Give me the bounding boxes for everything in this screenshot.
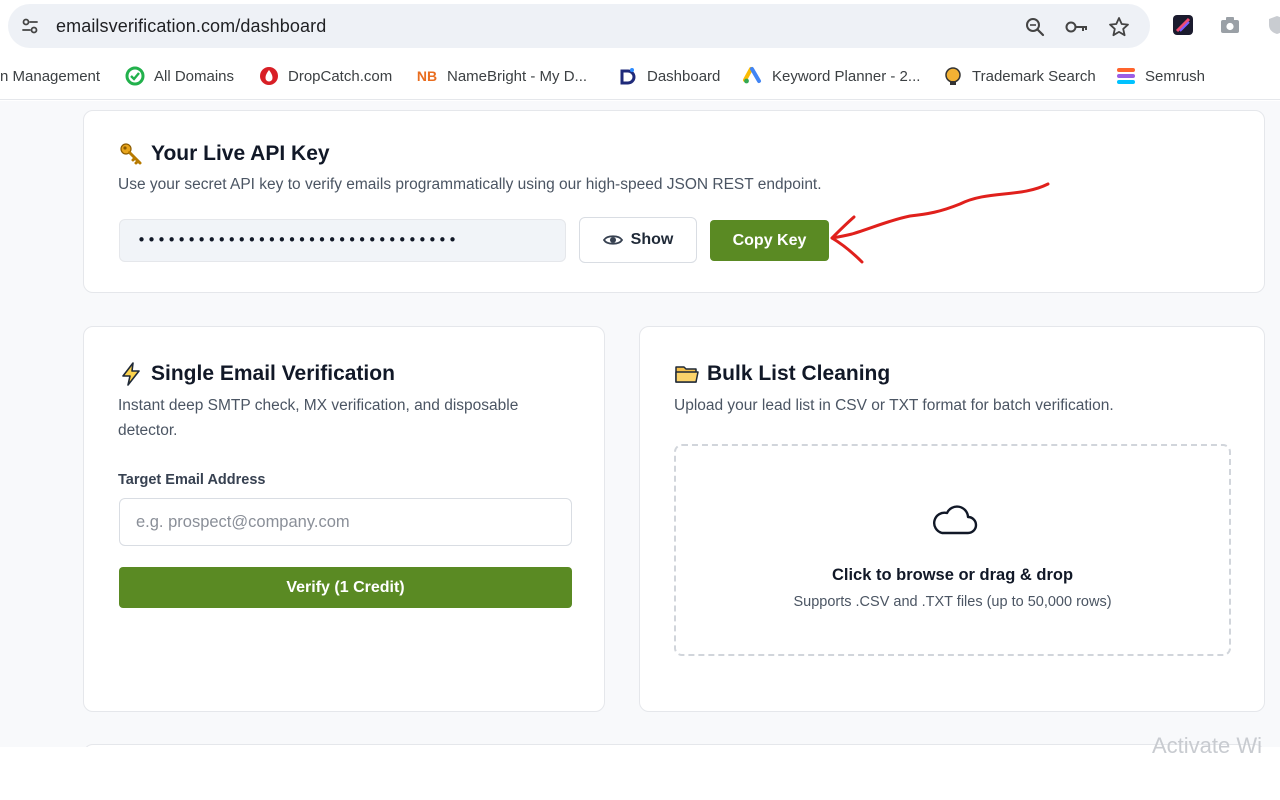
url-text[interactable]: emailsverification.com/dashboard	[56, 16, 326, 37]
semrush-icon	[1116, 66, 1136, 86]
target-email-label: Target Email Address	[118, 472, 266, 488]
bookmark-keyword-planner[interactable]: Keyword Planner - 2...	[743, 64, 920, 88]
namebright-icon: NB	[416, 68, 438, 84]
trademark-icon	[943, 66, 963, 86]
bookmarks-bar: n Management All Domains DropCatch.com N…	[0, 52, 1280, 100]
cloud-upload-icon	[933, 505, 978, 535]
bookmark-management[interactable]: n Management	[0, 64, 100, 88]
address-bar[interactable]: emailsverification.com/dashboard	[8, 4, 1150, 48]
activation-watermark: Activate Wi	[1152, 733, 1263, 758]
dropzone-title: Click to browse or drag & drop	[831, 566, 1074, 584]
bookmark-trademark-search[interactable]: Trademark Search	[943, 64, 1096, 88]
api-key-title: Your Live API Key	[118, 141, 330, 167]
single-verification-description: Instant deep SMTP check, MX verification…	[118, 397, 519, 439]
dashboard-icon	[618, 66, 638, 86]
site-info-icon[interactable]	[20, 16, 40, 36]
copy-key-button[interactable]: Copy Key	[710, 220, 829, 261]
single-verification-title: Single Email Verification	[118, 361, 395, 387]
dropzone-subtitle: Supports .CSV and .TXT files (up to 50,0…	[793, 594, 1112, 610]
api-key-description: Use your secret API key to verify emails…	[118, 176, 822, 193]
bulk-cleaning-title: Bulk List Cleaning	[674, 361, 890, 387]
google-ads-icon	[743, 66, 763, 86]
bookmark-all-domains[interactable]: All Domains	[125, 64, 234, 88]
api-key-field[interactable]: ••••••••••••••••••••••••••••••••	[119, 219, 566, 262]
bulk-cleaning-card: Bulk List Cleaning Upload your lead list…	[639, 326, 1265, 712]
bookmark-semrush[interactable]: Semrush	[1116, 64, 1205, 88]
bookmark-namebright[interactable]: NB NameBright - My D...	[416, 64, 587, 88]
camera-icon[interactable]	[1219, 14, 1241, 36]
single-verification-card: Single Email Verification Instant deep S…	[83, 326, 605, 712]
api-key-card: Your Live API Key Use your secret API ke…	[83, 110, 1265, 293]
dropcatch-icon	[259, 66, 279, 86]
all-domains-icon	[125, 66, 145, 86]
extension-icon[interactable]	[1172, 14, 1194, 36]
lightning-icon	[118, 361, 144, 387]
verify-button[interactable]: Verify (1 Credit)	[119, 567, 572, 608]
bookmark-dashboard[interactable]: Dashboard	[618, 64, 720, 88]
show-key-button[interactable]: Show	[579, 217, 697, 263]
page-content: Your Live API Key Use your secret API ke…	[0, 101, 1280, 747]
shield-icon[interactable]	[1266, 14, 1280, 36]
folder-icon	[674, 361, 700, 387]
next-card	[83, 744, 1265, 747]
bookmark-dropcatch[interactable]: DropCatch.com	[259, 64, 392, 88]
eye-icon	[602, 235, 623, 245]
zoom-icon[interactable]	[1024, 16, 1046, 38]
key-icon	[118, 141, 144, 167]
bookmark-star-icon[interactable]	[1108, 16, 1130, 38]
password-key-icon[interactable]	[1064, 16, 1090, 38]
browser-toolbar: emailsverification.com/dashboard	[0, 0, 1280, 52]
file-dropzone[interactable]: Click to browse or drag & drop Supports …	[674, 444, 1231, 656]
email-field[interactable]	[119, 498, 572, 546]
bulk-cleaning-description: Upload your lead list in CSV or TXT form…	[674, 397, 1114, 414]
